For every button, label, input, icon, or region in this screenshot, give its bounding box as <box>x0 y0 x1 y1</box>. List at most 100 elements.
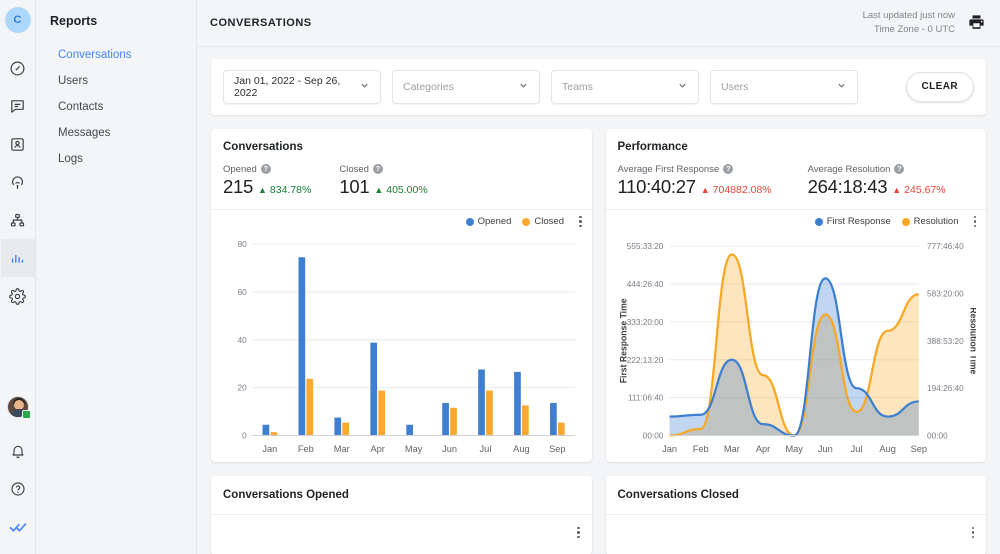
svg-text:Apr: Apr <box>755 444 769 454</box>
top-header: CONVERSATIONS Last updated just now Time… <box>197 0 1000 47</box>
svg-text:40: 40 <box>238 336 248 345</box>
sidebar-item-users[interactable]: Users <box>36 68 196 94</box>
chevron-down-icon <box>836 80 847 94</box>
svg-text:First Response Time: First Response Time <box>618 298 628 383</box>
legend-dot-closed <box>522 217 531 226</box>
conversations-card-title: Conversations <box>223 140 303 153</box>
kpi-ar-label: Average Resolution <box>807 163 891 175</box>
categories-select[interactable]: Categories <box>392 69 540 104</box>
performance-kpis: Average First Response ? 110:40:27 ▲ 704… <box>618 164 975 198</box>
legend-opened[interactable]: Opened <box>465 216 511 227</box>
kpi-ar-value: 264:18:43 <box>807 175 888 197</box>
sidebar-item-logs[interactable]: Logs <box>36 146 196 172</box>
svg-text:May: May <box>785 444 803 454</box>
header-right-group: Last updated just now Time Zone - 0 UTC <box>863 9 986 37</box>
performance-area-chart: First Response Resolution 00:00 111:06:40… <box>606 210 987 462</box>
legend-first-response[interactable]: First Response <box>814 216 891 227</box>
svg-text:Feb: Feb <box>298 444 314 454</box>
kpi-afr-value: 110:40:27 <box>617 175 697 197</box>
svg-text:Jun: Jun <box>817 444 832 454</box>
svg-text:Apr: Apr <box>370 444 384 454</box>
svg-text:333:20:00: 333:20:00 <box>626 318 663 327</box>
content-area: Jan 01, 2022 - Sep 26, 2022 Categories T… <box>197 47 1000 554</box>
conversations-opened-menu-icon[interactable] <box>577 526 580 539</box>
date-range-select[interactable]: Jan 01, 2022 - Sep 26, 2022 <box>223 69 381 104</box>
users-select[interactable]: Users <box>710 69 858 104</box>
sidebar-item-conversations[interactable]: Conversations <box>36 42 196 68</box>
kpi-opened-label: Opened <box>223 163 257 175</box>
conversations-kpis: Opened ? 215 ▲ 834.78% Closed ? 101 ▲ 40… <box>223 164 580 198</box>
svg-text:Jul: Jul <box>480 444 492 454</box>
header-meta: Last updated just now Time Zone - 0 UTC <box>863 9 955 37</box>
bell-icon[interactable] <box>1 432 35 470</box>
dashboard-icon[interactable] <box>1 49 35 87</box>
conversations-closed-menu-icon[interactable] <box>971 526 974 539</box>
bar-chart-svg: 0 20 40 60 80 Jan Feb Mar Apr May Jun Jul Aug Sep <box>238 240 576 454</box>
conversations-closed-title: Conversations Closed <box>617 488 739 501</box>
filter-bar: Jan 01, 2022 - Sep 26, 2022 Categories T… <box>211 58 986 115</box>
svg-text:Jan: Jan <box>662 444 677 454</box>
legend-dot-opened <box>465 217 474 226</box>
automations-icon[interactable] <box>1 201 35 239</box>
kpi-afr-label: Average First Response <box>617 163 720 175</box>
rail-bottom-group <box>0 396 36 546</box>
help-tooltip-icon[interactable]: ? <box>723 164 734 175</box>
kpi-closed-label: Closed <box>339 163 369 175</box>
user-avatar[interactable] <box>7 396 31 419</box>
svg-text:May: May <box>405 444 423 454</box>
area-chart-legend: First Response Resolution <box>814 215 976 228</box>
printer-icon[interactable] <box>967 13 986 32</box>
campaigns-icon[interactable] <box>1 163 35 201</box>
help-tooltip-icon[interactable]: ? <box>372 164 383 175</box>
svg-text:583:20:00: 583:20:00 <box>927 290 964 299</box>
svg-text:Mar: Mar <box>334 444 350 454</box>
svg-text:00:00: 00:00 <box>642 432 663 441</box>
main-region: CONVERSATIONS Last updated just now Time… <box>197 0 1000 554</box>
area-chart-menu-icon[interactable] <box>973 215 976 228</box>
caret-up-icon: ▲ <box>700 184 710 195</box>
svg-text:Sep: Sep <box>910 444 926 454</box>
clear-filters-button[interactable]: CLEAR <box>905 71 974 102</box>
online-status-dot <box>22 410 31 419</box>
help-icon[interactable] <box>1 470 35 508</box>
legend-closed[interactable]: Closed <box>522 216 564 227</box>
cards-row: Conversations Opened ? 215 ▲ 834.78% Clo… <box>211 128 987 462</box>
contacts-icon[interactable] <box>1 125 35 163</box>
svg-text:777:46:40: 777:46:40 <box>927 242 964 251</box>
conversations-closed-card: Conversations Closed <box>605 475 986 554</box>
conversations-card: Conversations Opened ? 215 ▲ 834.78% Clo… <box>211 128 592 462</box>
bar-chart-menu-icon[interactable] <box>579 215 582 228</box>
teams-select[interactable]: Teams <box>551 69 699 104</box>
timezone-text: Time Zone - 0 UTC <box>874 23 955 35</box>
kpi-ar-delta: ▲ 245.67% <box>892 183 946 196</box>
page-title: CONVERSATIONS <box>210 16 312 29</box>
svg-text:20: 20 <box>238 384 248 393</box>
help-tooltip-icon[interactable]: ? <box>894 164 905 175</box>
sidebar-item-contacts[interactable]: Contacts <box>36 94 196 120</box>
bar-chart-legend: Opened Closed <box>465 215 582 228</box>
area-chart-svg: 00:00 111:06:40 222:13:20 333:20:00 444:26:4… <box>618 242 976 454</box>
conversations-opened-card: Conversations Opened <box>211 475 592 554</box>
chevron-down-icon <box>677 80 688 94</box>
workspace-logo[interactable]: C <box>4 7 31 33</box>
kpi-opened-value: 215 <box>223 175 253 197</box>
svg-text:Mar: Mar <box>723 444 739 454</box>
last-updated-text: Last updated just now <box>862 10 955 22</box>
double-check-icon[interactable] <box>1 508 35 546</box>
svg-text:111:06:40: 111:06:40 <box>627 394 663 403</box>
app-root: C Reports Conversations Users Contacts M… <box>0 0 1000 554</box>
settings-icon[interactable] <box>1 277 35 315</box>
legend-dot-resolution <box>901 217 910 226</box>
reports-icon[interactable] <box>0 239 35 277</box>
svg-text:Jun: Jun <box>442 444 457 454</box>
users-placeholder: Users <box>721 80 749 93</box>
sidebar-item-messages[interactable]: Messages <box>36 120 196 146</box>
sidebar-title: Reports <box>50 14 98 28</box>
legend-resolution[interactable]: Resolution <box>901 216 959 227</box>
kpi-closed: Closed ? 101 ▲ 405.00% <box>339 164 427 198</box>
conversations-icon[interactable] <box>1 87 35 125</box>
help-tooltip-icon[interactable]: ? <box>260 164 271 175</box>
svg-text:222:13:20: 222:13:20 <box>626 356 663 365</box>
kpi-avg-first-response: Average First Response ? 110:40:27 ▲ 704… <box>618 164 772 198</box>
svg-text:Aug: Aug <box>513 444 529 454</box>
